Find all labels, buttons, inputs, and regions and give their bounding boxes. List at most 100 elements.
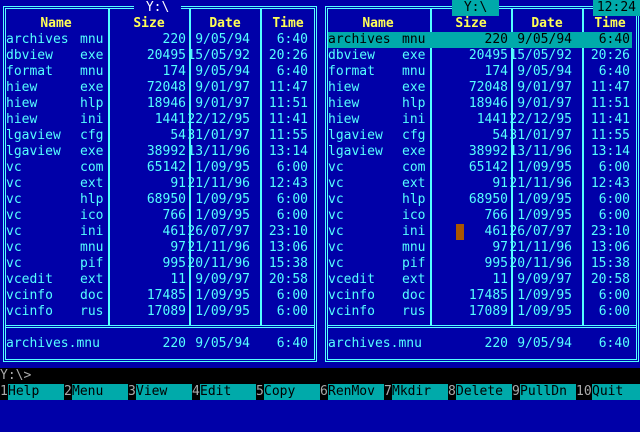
header-size[interactable]: Size bbox=[110, 16, 188, 32]
file-row[interactable]: lgaview cfg 54 31/01/97 11:55 bbox=[328, 128, 632, 144]
file-name: vc bbox=[328, 192, 344, 207]
file-row[interactable]: vcinfo rus 17089 1/09/95 6:00 bbox=[6, 304, 310, 320]
header-date[interactable]: Date bbox=[191, 16, 259, 32]
file-name: vc bbox=[6, 176, 22, 191]
right-panel: Y:\ 12:24 Name Size Date Time archives mn… bbox=[322, 0, 640, 366]
file-row[interactable]: hiew ini 1441 22/12/95 11:41 bbox=[6, 112, 310, 128]
file-time: 13:14 bbox=[268, 144, 308, 159]
file-name: vc bbox=[6, 224, 22, 239]
file-time: 11:41 bbox=[268, 112, 308, 127]
file-row[interactable]: vc com 65142 1/09/95 6:00 bbox=[6, 160, 310, 176]
file-name: vc bbox=[6, 240, 22, 255]
right-panel-title[interactable]: Y:\ bbox=[452, 0, 500, 16]
file-time: 23:10 bbox=[268, 224, 308, 239]
fkey-mkdir[interactable]: 7 Mkdir bbox=[384, 384, 448, 400]
file-row[interactable]: vc com 65142 1/09/95 6:00 bbox=[328, 160, 632, 176]
file-row[interactable]: vc hlp 68950 1/09/95 6:00 bbox=[328, 192, 632, 208]
file-row[interactable]: hiew hlp 18946 9/01/97 11:51 bbox=[328, 96, 632, 112]
file-row[interactable]: vc pif 995 20/11/96 15:38 bbox=[6, 256, 310, 272]
file-row[interactable]: hiew hlp 18946 9/01/97 11:51 bbox=[6, 96, 310, 112]
file-time: 6:00 bbox=[598, 304, 630, 319]
file-row[interactable]: vc pif 995 20/11/96 15:38 bbox=[328, 256, 632, 272]
header-date[interactable]: Date bbox=[513, 16, 581, 32]
header-name[interactable]: Name bbox=[328, 16, 428, 32]
file-row[interactable]: vc hlp 68950 1/09/95 6:00 bbox=[6, 192, 310, 208]
fkey-help[interactable]: 1 Help bbox=[0, 384, 64, 400]
file-row[interactable]: vc ico 766 1/09/95 6:00 bbox=[6, 208, 310, 224]
file-size: 18946 bbox=[468, 96, 508, 111]
fkey-copy[interactable]: 5 Copy bbox=[256, 384, 320, 400]
file-time: 6:40 bbox=[598, 64, 630, 79]
file-time: 11:47 bbox=[268, 80, 308, 95]
file-ext: ini bbox=[402, 224, 426, 239]
file-name: hiew bbox=[328, 96, 360, 111]
file-row[interactable]: vc mnu 97 21/11/96 13:06 bbox=[328, 240, 632, 256]
file-date: 1/09/95 bbox=[517, 208, 572, 223]
file-row[interactable]: archives mnu 220 9/05/94 6:40 bbox=[6, 32, 310, 48]
fkey-label: Menu bbox=[72, 384, 128, 400]
file-ext: mnu bbox=[80, 240, 104, 255]
fkey-number: 8 bbox=[448, 384, 456, 400]
fkey-quit[interactable]: 10 Quit bbox=[576, 384, 640, 400]
file-date: 1/09/95 bbox=[195, 160, 250, 175]
file-row[interactable]: format mnu 174 9/05/94 6:40 bbox=[328, 64, 632, 80]
file-date: 9/09/97 bbox=[517, 272, 572, 287]
file-row[interactable]: lgaview exe 38992 13/11/96 13:14 bbox=[6, 144, 310, 160]
file-ext: hlp bbox=[402, 192, 426, 207]
fkey-menu[interactable]: 2 Menu bbox=[64, 384, 128, 400]
file-row[interactable]: dbview exe 20495 15/05/92 20:26 bbox=[328, 48, 632, 64]
file-ext: pif bbox=[402, 256, 426, 271]
fkey-number: 9 bbox=[512, 384, 520, 400]
file-row[interactable]: vcedit ext 11 9/09/97 20:58 bbox=[6, 272, 310, 288]
file-row[interactable]: vc ini 461 26/07/97 23:10 bbox=[6, 224, 310, 240]
file-date: 1/09/95 bbox=[195, 192, 250, 207]
file-ext: ext bbox=[402, 272, 426, 287]
file-name: vc bbox=[328, 160, 344, 175]
fkey-view[interactable]: 3 View bbox=[128, 384, 192, 400]
file-name: lgaview bbox=[328, 128, 383, 143]
file-ext: com bbox=[80, 160, 104, 175]
file-row[interactable]: format mnu 174 9/05/94 6:40 bbox=[6, 64, 310, 80]
file-row[interactable]: vc mnu 97 21/11/96 13:06 bbox=[6, 240, 310, 256]
fkey-edit[interactable]: 4 Edit bbox=[192, 384, 256, 400]
file-row[interactable]: hiew exe 72048 9/01/97 11:47 bbox=[6, 80, 310, 96]
file-name: archives bbox=[6, 32, 69, 47]
file-row[interactable]: hiew exe 72048 9/01/97 11:47 bbox=[328, 80, 632, 96]
header-size[interactable]: Size bbox=[432, 16, 510, 32]
file-row[interactable]: vcedit ext 11 9/09/97 20:58 bbox=[328, 272, 632, 288]
file-row[interactable]: archives mnu 220 9/05/94 6:40 bbox=[328, 32, 632, 48]
file-row[interactable]: vc ext 91 21/11/96 12:43 bbox=[328, 176, 632, 192]
fkey-renmov[interactable]: 6 RenMov bbox=[320, 384, 384, 400]
file-row[interactable]: vc ico 766 1/09/95 6:00 bbox=[328, 208, 632, 224]
status-filename: archives.mnu bbox=[328, 336, 422, 351]
file-time: 6:00 bbox=[598, 288, 630, 303]
fkey-delete[interactable]: 8 Delete bbox=[448, 384, 512, 400]
header-time[interactable]: Time bbox=[262, 16, 314, 32]
file-ext: ini bbox=[80, 112, 104, 127]
fkey-number: 6 bbox=[320, 384, 328, 400]
file-row[interactable]: vc ext 91 21/11/96 12:43 bbox=[6, 176, 310, 192]
file-name: vc bbox=[328, 256, 344, 271]
file-row[interactable]: vcinfo doc 17485 1/09/95 6:00 bbox=[6, 288, 310, 304]
fkey-number: 5 bbox=[256, 384, 264, 400]
fkey-pulldn[interactable]: 9 PullDn bbox=[512, 384, 576, 400]
file-ext: cfg bbox=[80, 128, 104, 143]
file-row[interactable]: vc ini 461 26/07/97 23:10 bbox=[328, 224, 632, 240]
command-line[interactable]: Y:\> bbox=[0, 368, 640, 384]
file-date: 1/09/95 bbox=[517, 304, 572, 319]
file-row[interactable]: lgaview exe 38992 13/11/96 13:14 bbox=[328, 144, 632, 160]
file-date: 15/05/92 bbox=[509, 48, 572, 63]
header-time[interactable]: Time bbox=[584, 16, 636, 32]
file-row[interactable]: hiew ini 1441 22/12/95 11:41 bbox=[328, 112, 632, 128]
file-date: 1/09/95 bbox=[195, 304, 250, 319]
left-panel-title[interactable]: Y:\ bbox=[134, 0, 182, 16]
file-ext: mnu bbox=[402, 32, 426, 47]
file-ext: com bbox=[402, 160, 426, 175]
file-row[interactable]: dbview exe 20495 15/05/92 20:26 bbox=[6, 48, 310, 64]
file-time: 6:00 bbox=[276, 208, 308, 223]
file-time: 11:51 bbox=[590, 96, 630, 111]
file-row[interactable]: vcinfo doc 17485 1/09/95 6:00 bbox=[328, 288, 632, 304]
file-row[interactable]: vcinfo rus 17089 1/09/95 6:00 bbox=[328, 304, 632, 320]
header-name[interactable]: Name bbox=[6, 16, 106, 32]
file-row[interactable]: lgaview cfg 54 31/01/97 11:55 bbox=[6, 128, 310, 144]
